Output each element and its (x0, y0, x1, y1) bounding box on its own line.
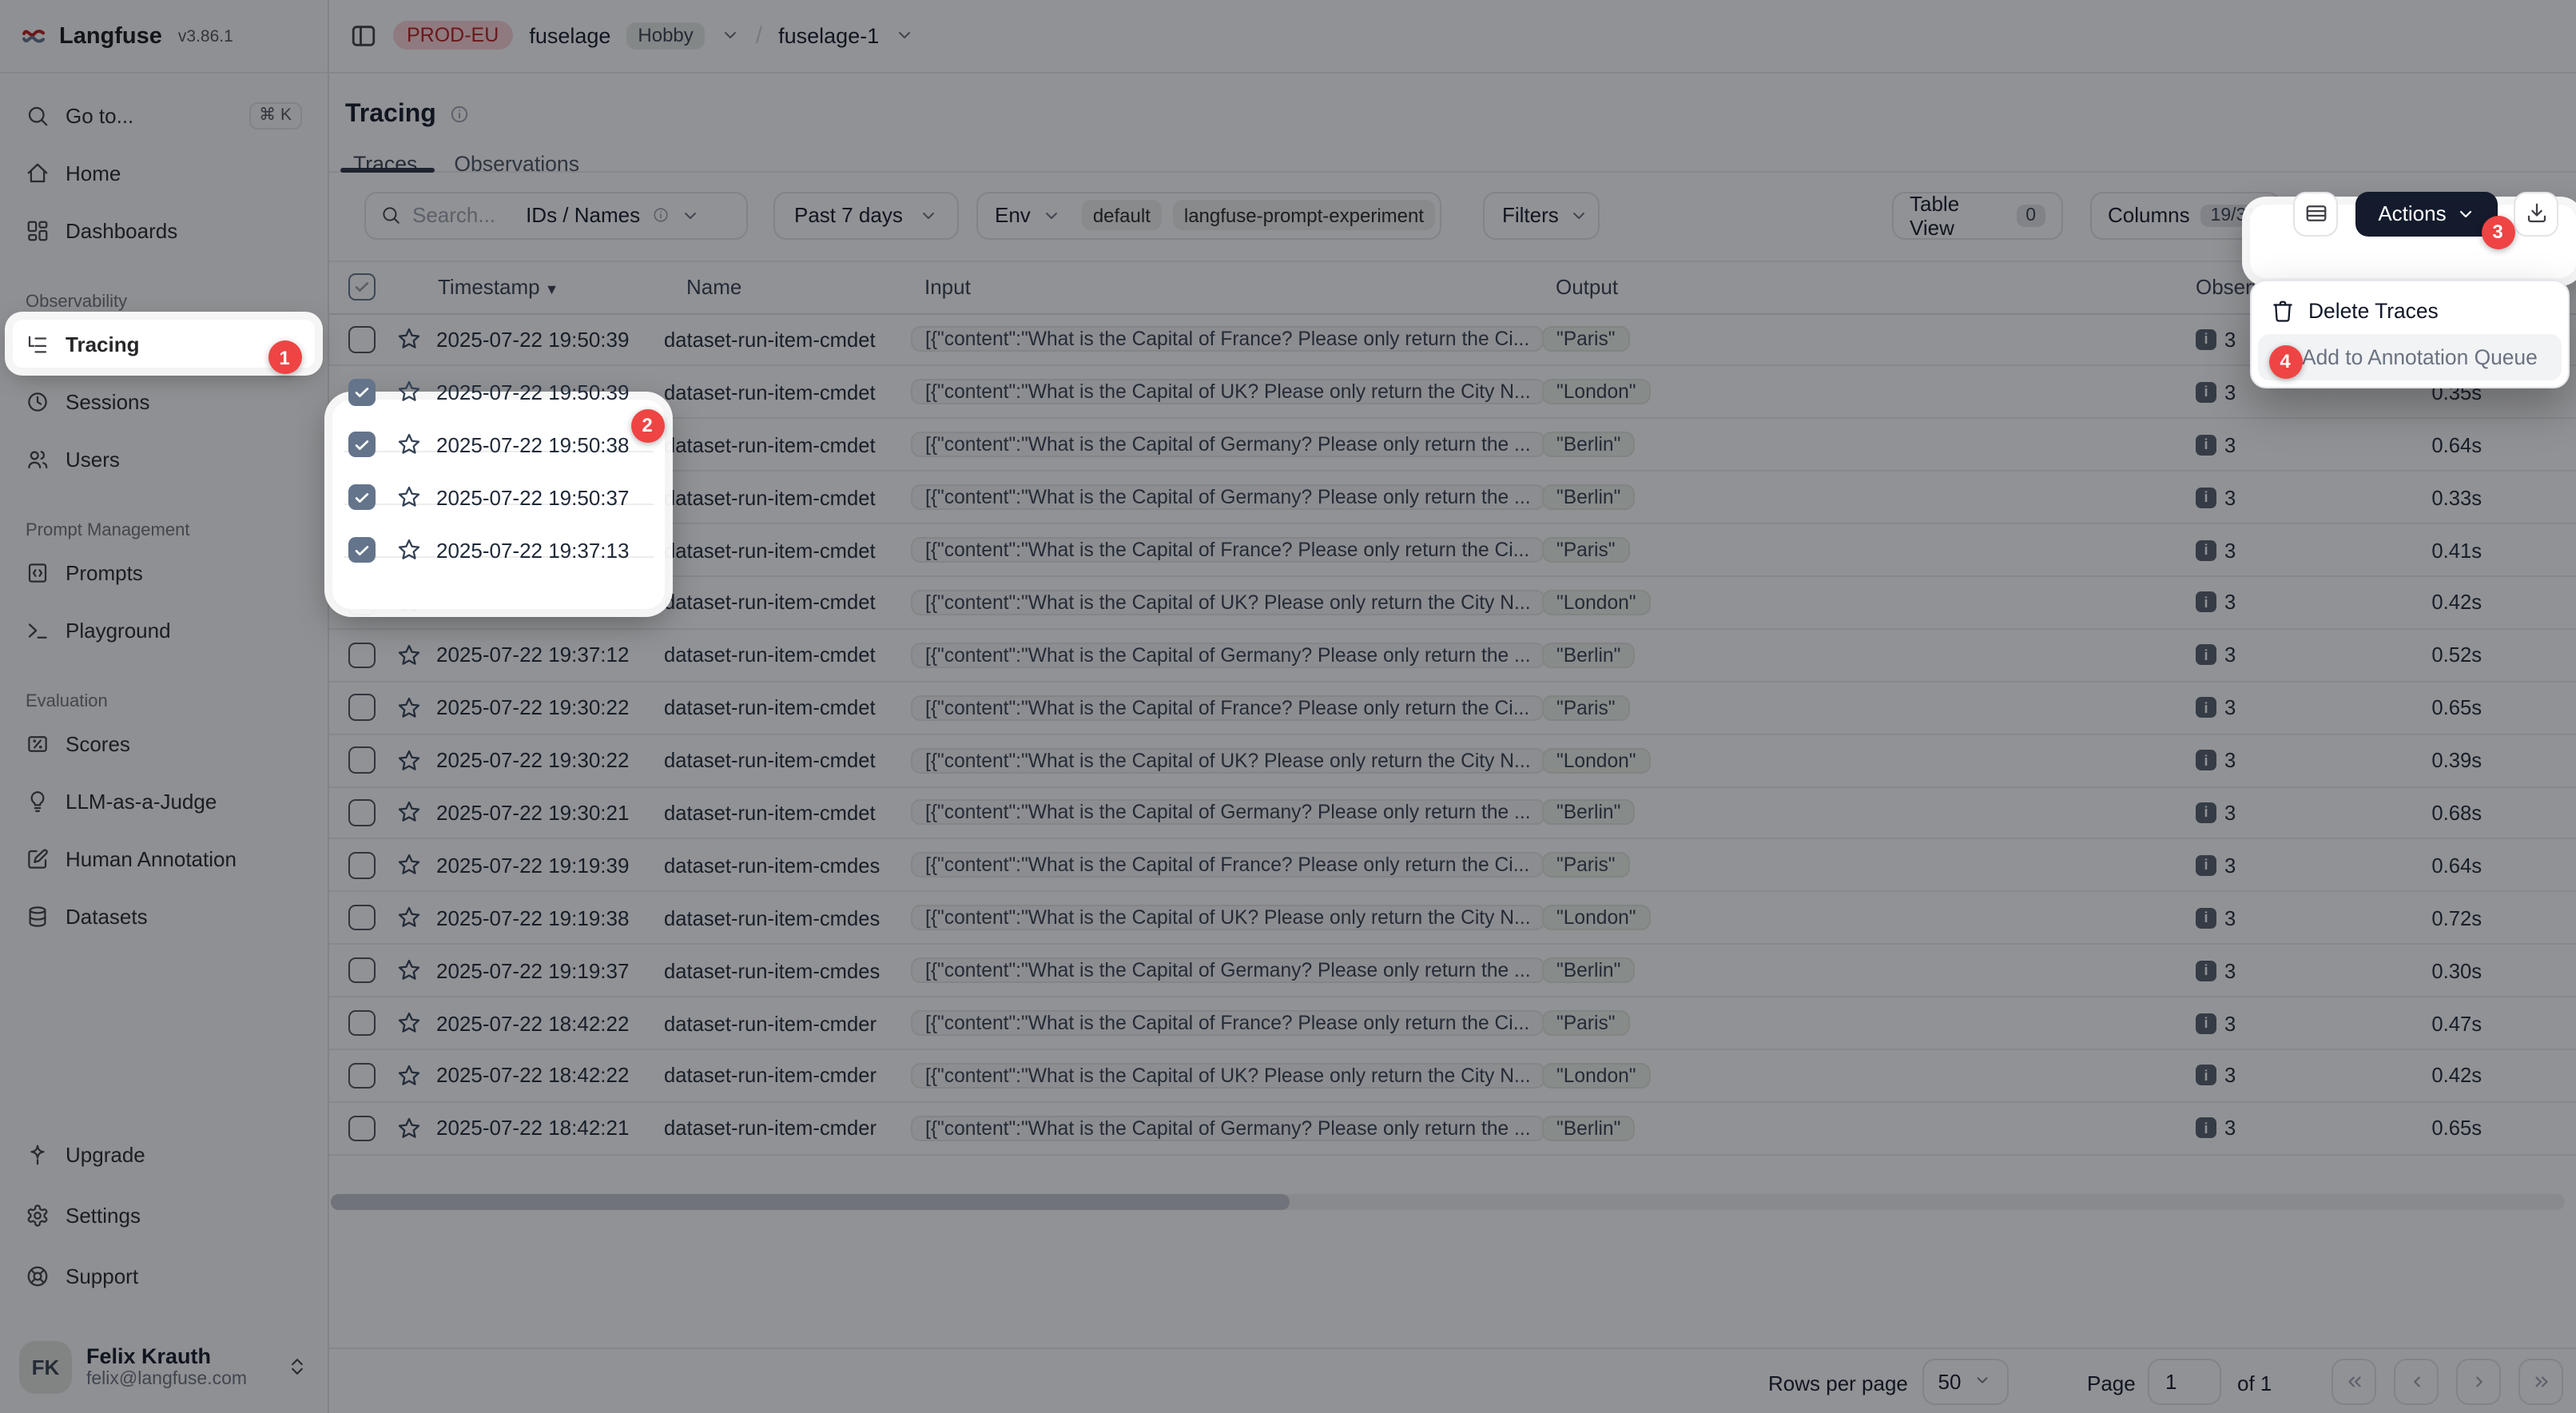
menu-item-label: Add to Annotation Queue (2302, 345, 2538, 369)
star-icon[interactable] (396, 432, 422, 457)
tour-step-badge-3: 3 (2481, 215, 2514, 249)
actions-button[interactable]: Actions (2355, 191, 2498, 236)
row-height-button[interactable] (2293, 191, 2338, 236)
row-timestamp: 2025-07-22 19:37:13 (436, 538, 629, 562)
dim-overlay (0, 0, 2576, 1413)
row-checkbox[interactable] (348, 432, 375, 458)
tour-step-badge-1: 1 (268, 340, 301, 374)
chevron-down-icon (2456, 204, 2475, 223)
tour-step-badge-2: 2 (630, 408, 664, 442)
row-checkbox[interactable] (348, 537, 375, 563)
star-icon[interactable] (396, 380, 422, 405)
tracing-icon (26, 332, 50, 356)
row-timestamp: 2025-07-22 19:50:37 (436, 485, 629, 509)
menu-item-delete-traces[interactable]: Delete Traces (2257, 288, 2561, 334)
app-window: Langfuse v3.86.1 Go to... ⌘ K Home Dashb… (0, 0, 2576, 1413)
menu-item-label: Delete Traces (2308, 299, 2439, 323)
star-icon[interactable] (396, 484, 422, 510)
row-checkbox[interactable] (348, 484, 375, 511)
rows-icon (2304, 201, 2328, 225)
trash-icon (2270, 299, 2294, 323)
tour-step-badge-4: 4 (2268, 344, 2302, 378)
row-timestamp: 2025-07-22 19:50:39 (436, 380, 629, 404)
menu-item-add-to-annotation-queue[interactable]: Add to Annotation Queue (2257, 334, 2561, 380)
export-button[interactable] (2514, 191, 2558, 236)
actions-label: Actions (2378, 201, 2446, 225)
star-icon[interactable] (396, 537, 422, 563)
download-icon (2524, 201, 2548, 225)
sidebar-item-label: Tracing (66, 332, 140, 356)
row-timestamp: 2025-07-22 19:50:38 (436, 432, 629, 456)
row-checkbox[interactable] (348, 379, 375, 405)
